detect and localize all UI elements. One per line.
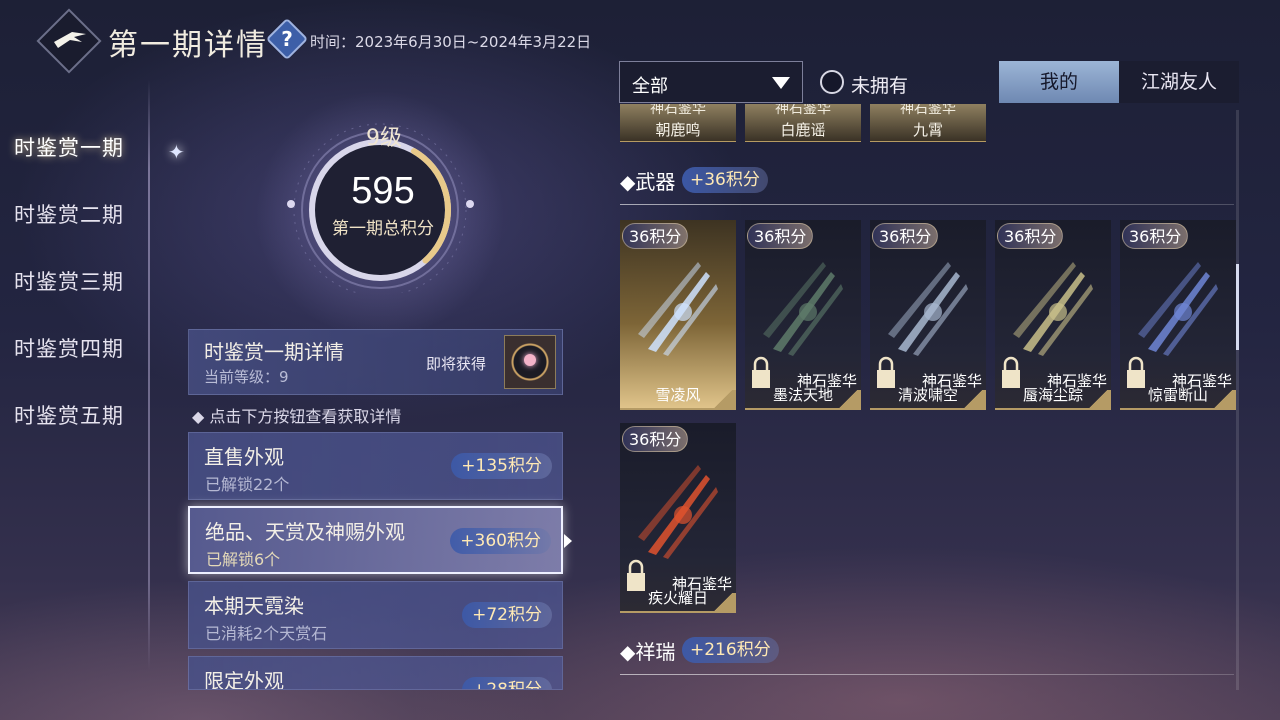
- weapon-points: 36积分: [872, 223, 939, 249]
- current-level-text: 当前等级：9: [204, 368, 289, 386]
- category-title: 限定外观: [204, 669, 284, 690]
- section-xiangrui-points: +216积分: [682, 637, 779, 663]
- unowned-radio[interactable]: [820, 70, 844, 94]
- category-sub: 已解锁22个: [205, 475, 290, 494]
- category-direct-sale[interactable]: 直售外观 已解锁22个 +135积分: [188, 432, 563, 500]
- filter-dropdown[interactable]: 全部: [619, 61, 803, 103]
- weapon-points: 36积分: [997, 223, 1064, 249]
- category-title: 绝品、天赏及神赐外观: [205, 520, 405, 544]
- corner-ornament: [839, 390, 861, 408]
- category-sub: 已消耗2个天赏石: [205, 624, 328, 643]
- category-title: 本期天霓染: [204, 594, 304, 618]
- nav-item-period-1[interactable]: 时鉴赏一期: [14, 132, 124, 162]
- category-dye[interactable]: 本期天霓染 已消耗2个天赏石 +72积分: [188, 581, 563, 649]
- selected-arrow-icon: [564, 534, 572, 548]
- section-weapons: ◆武器: [620, 170, 676, 194]
- corner-ornament: [714, 593, 736, 611]
- section-divider: [620, 204, 1234, 205]
- outfit-source: 神石鉴华: [900, 104, 956, 117]
- outfit-name: 九霄: [912, 121, 943, 139]
- category-title: 直售外观: [204, 445, 284, 469]
- outfit-name: 白鹿谣: [780, 121, 826, 139]
- category-points: +72积分: [462, 602, 552, 628]
- weapon-card[interactable]: 36积分 神石鉴华 疾火耀日: [620, 423, 736, 613]
- period-text: 时间：2023年6月30日~2024年3月22日: [310, 33, 592, 51]
- hint-text: ◆ 点击下方按钮查看获取详情: [192, 407, 402, 426]
- caret-down-icon: [772, 77, 790, 89]
- total-score: 595: [351, 170, 415, 212]
- category-sub: 已解锁6个: [206, 550, 281, 569]
- reward-flower-icon: [524, 354, 536, 366]
- category-points: +28积分: [462, 677, 552, 689]
- corner-ornament: [1214, 390, 1236, 408]
- corner-ornament: [1089, 390, 1111, 408]
- weapon-card[interactable]: 36积分 神石鉴华 墨法天地: [745, 220, 861, 410]
- outfit-card[interactable]: 神石鉴华 九霄: [870, 104, 986, 142]
- outfit-name: 朝鹿鸣: [655, 121, 701, 139]
- weapon-points: 36积分: [622, 426, 689, 452]
- section-xiangrui-title: 祥瑞: [635, 640, 676, 664]
- weapon-art: [763, 262, 843, 356]
- weapon-art: [1138, 262, 1218, 356]
- outfit-source: 神石鉴华: [775, 104, 831, 117]
- period-detail-title: 时鉴赏一期详情: [204, 340, 344, 364]
- category-limited[interactable]: 限定外观 +28积分: [188, 656, 563, 690]
- weapon-art: [888, 262, 968, 356]
- weapon-card[interactable]: 36积分 神石鉴华 惊雷断山: [1120, 220, 1236, 410]
- page-title: 第一期详情: [108, 28, 268, 63]
- active-star-icon: ✦: [168, 140, 185, 164]
- weapon-points: 36积分: [747, 223, 814, 249]
- filter-selected: 全部: [632, 76, 668, 97]
- scrollbar-track[interactable]: [1236, 110, 1239, 690]
- coming-soon-label: 即将获得: [426, 355, 487, 373]
- nav-divider: [148, 80, 150, 670]
- unowned-label[interactable]: 未拥有: [851, 71, 908, 98]
- weapon-art: [638, 262, 718, 356]
- weapon-points: 36积分: [1122, 223, 1189, 249]
- nav-item-period-3[interactable]: 时鉴赏三期: [14, 266, 124, 296]
- section-weapons-title: 武器: [635, 170, 676, 194]
- weapon-card[interactable]: 36积分 神石鉴华 清波啸空: [870, 220, 986, 410]
- section-divider: [620, 674, 1234, 675]
- weapon-art: [1013, 262, 1093, 356]
- section-xiangrui: ◆祥瑞: [620, 640, 676, 664]
- outfit-card[interactable]: 神石鉴华 白鹿谣: [745, 104, 861, 142]
- outfit-source: 神石鉴华: [650, 104, 706, 117]
- outfit-card[interactable]: 神石鉴华 朝鹿鸣: [620, 104, 736, 142]
- back-logo-icon[interactable]: [52, 26, 88, 54]
- total-score-label: 第一期总积分: [332, 219, 434, 239]
- weapon-art: [638, 465, 718, 559]
- weapon-card[interactable]: 36积分 神石鉴华 蜃海尘踪: [995, 220, 1111, 410]
- nav-item-period-2[interactable]: 时鉴赏二期: [14, 199, 124, 229]
- nav-item-period-4[interactable]: 时鉴赏四期: [14, 333, 124, 363]
- category-points: +360积分: [450, 528, 551, 554]
- weapon-card[interactable]: 36积分 雪凌风: [620, 220, 736, 410]
- corner-ornament: [714, 390, 736, 408]
- nav-item-period-5[interactable]: 时鉴赏五期: [14, 400, 124, 430]
- tab-mine[interactable]: 我的: [999, 61, 1119, 103]
- corner-ornament: [964, 390, 986, 408]
- category-premium[interactable]: 绝品、天赏及神赐外观 已解锁6个 +360积分: [188, 506, 563, 574]
- level-label: 9级: [366, 126, 402, 151]
- tab-friends[interactable]: 江湖友人: [1119, 61, 1239, 103]
- weapon-points: 36积分: [622, 223, 689, 249]
- section-weapons-points: +36积分: [682, 167, 768, 193]
- scrollbar-thumb[interactable]: [1236, 264, 1239, 350]
- help-icon[interactable]: ?: [272, 24, 302, 54]
- category-points: +135积分: [451, 453, 552, 479]
